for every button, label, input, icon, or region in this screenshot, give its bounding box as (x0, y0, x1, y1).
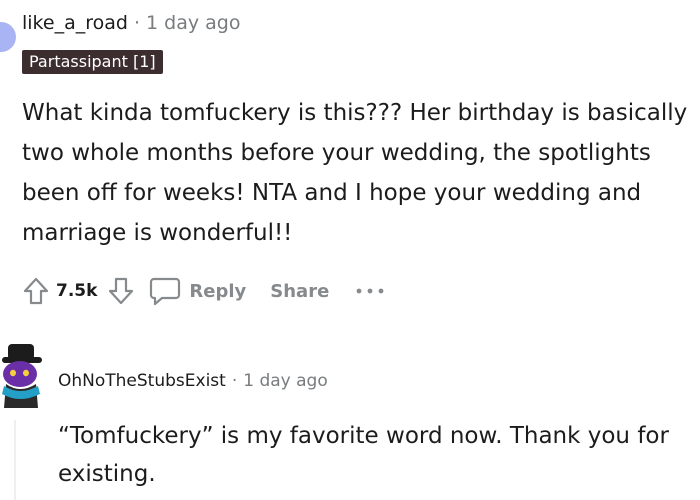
comment-timestamp[interactable]: 1 day ago (146, 12, 240, 34)
reply-meta: OhNoTheStubsExist · 1 day ago (58, 371, 328, 391)
reply-label: Reply (189, 280, 247, 302)
vote-count: 7.5k (56, 281, 98, 301)
more-dots-icon[interactable] (355, 287, 385, 295)
comment-meta: like_a_road · 1 day ago (22, 12, 240, 34)
reply-timestamp[interactable]: 1 day ago (243, 371, 328, 391)
upvote-arrow-icon[interactable] (18, 273, 54, 309)
snoo-avatar-icon[interactable] (0, 342, 44, 412)
comment-actions: 7.5k Reply Share (18, 273, 385, 309)
comment-body: What kinda tomfuckery is this??? Her bir… (22, 100, 688, 246)
reply-username[interactable]: OhNoTheStubsExist (58, 371, 226, 391)
reply-button[interactable]: Reply (149, 276, 246, 306)
downvote-arrow-icon[interactable] (103, 273, 139, 309)
share-button[interactable]: Share (270, 281, 329, 302)
user-flair: Partassipant [1] (22, 50, 163, 74)
speech-bubble-icon (150, 277, 181, 306)
comment-username[interactable]: like_a_road (22, 12, 128, 34)
commenter-avatar[interactable] (0, 22, 16, 52)
reply-body: “Tomfuckery” is my favorite word now. Th… (58, 423, 669, 487)
meta-separator: · (231, 371, 238, 391)
thread-line[interactable] (14, 420, 16, 500)
meta-separator: · (133, 12, 140, 34)
